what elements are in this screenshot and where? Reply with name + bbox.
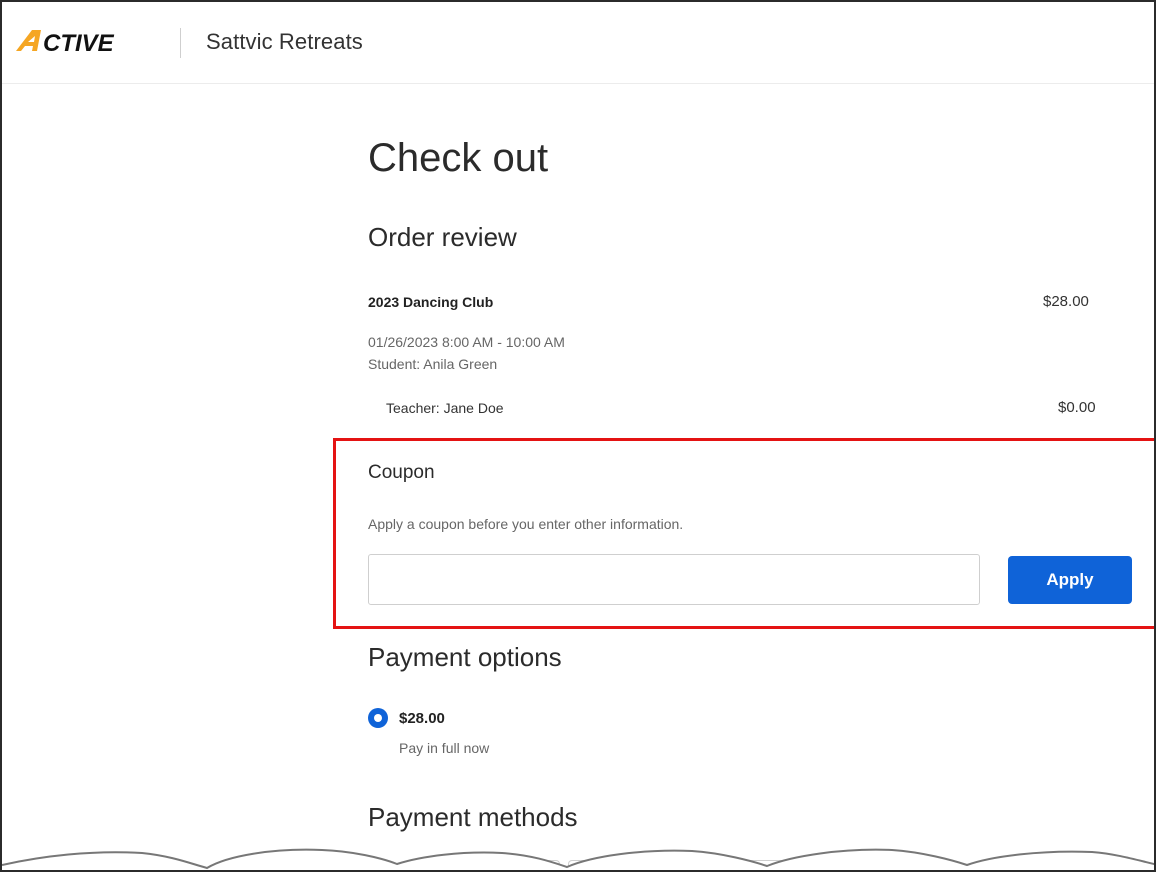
teacher-line: Teacher: Jane Doe bbox=[386, 400, 504, 416]
radio-selected-icon[interactable] bbox=[368, 708, 388, 728]
order-item-student: Student: Anila Green bbox=[368, 356, 498, 372]
payment-option-description: Pay in full now bbox=[399, 740, 490, 756]
order-item-name: 2023 Dancing Club bbox=[368, 294, 494, 310]
checkout-page: CTIVE Sattvic Retreats Check out Order r… bbox=[0, 0, 1156, 872]
teacher-price: $0.00 bbox=[1058, 399, 1096, 416]
payment-options-title: Payment options bbox=[368, 642, 562, 672]
active-logo[interactable]: CTIVE bbox=[14, 24, 156, 57]
payment-methods-title: Payment methods bbox=[368, 802, 578, 832]
order-item-datetime: 01/26/2023 8:00 AM - 10:00 AM bbox=[368, 334, 565, 350]
page-title: Check out bbox=[368, 136, 549, 180]
coupon-help-text: Apply a coupon before you enter other in… bbox=[368, 516, 684, 532]
apply-coupon-button[interactable]: Apply bbox=[1008, 556, 1132, 604]
coupon-title: Coupon bbox=[368, 462, 435, 483]
coupon-input[interactable] bbox=[368, 554, 980, 605]
order-item-price: $28.00 bbox=[1043, 293, 1089, 310]
active-logo-icon: CTIVE bbox=[16, 30, 115, 57]
logo-text: CTIVE bbox=[43, 30, 115, 56]
header-divider bbox=[180, 28, 181, 58]
torn-edge bbox=[2, 848, 1154, 870]
site-header: CTIVE Sattvic Retreats bbox=[2, 2, 1154, 84]
site-name: Sattvic Retreats bbox=[206, 29, 363, 54]
order-review-title: Order review bbox=[368, 222, 517, 252]
payment-option-amount[interactable]: $28.00 bbox=[399, 710, 445, 727]
